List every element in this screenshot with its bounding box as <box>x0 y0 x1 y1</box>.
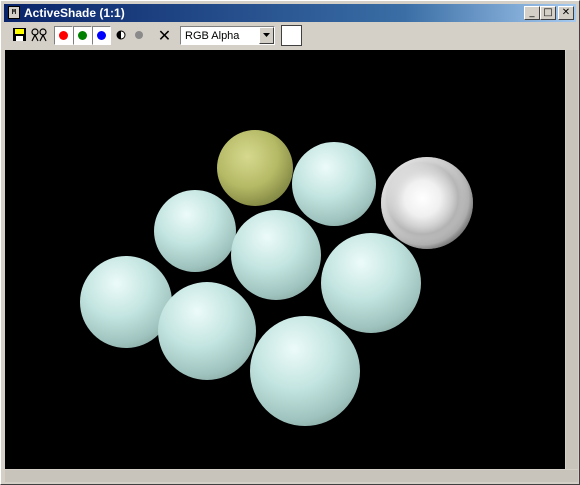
sphere <box>321 233 421 333</box>
channel-select-value: RGB Alpha <box>185 30 240 42</box>
title-bar[interactable]: M ActiveShade (1:1) _ □ ✕ <box>4 4 576 22</box>
chrome-sphere <box>381 157 473 249</box>
monochrome-button[interactable] <box>114 26 133 45</box>
sphere <box>292 142 376 226</box>
channel-select-dropdown-button[interactable] <box>259 27 274 44</box>
maximize-button[interactable]: □ <box>540 6 556 20</box>
vertical-scrollbar[interactable] <box>566 50 578 469</box>
channel-select[interactable]: RGB Alpha <box>180 26 275 45</box>
sphere <box>158 282 256 380</box>
red-channel-toggle[interactable] <box>54 26 73 45</box>
green-sphere <box>217 130 293 206</box>
blue-channel-toggle[interactable] <box>92 26 111 45</box>
red-channel-icon <box>59 31 68 40</box>
gray-dot-icon <box>135 31 143 39</box>
close-button[interactable]: ✕ <box>558 6 574 20</box>
save-image-button[interactable] <box>11 26 30 45</box>
floppy-disk-icon <box>13 28 26 41</box>
minimize-button[interactable]: _ <box>524 6 540 20</box>
blue-channel-icon <box>97 31 106 40</box>
clone-window-button[interactable] <box>30 26 49 45</box>
sphere <box>231 210 321 300</box>
green-channel-icon <box>78 31 87 40</box>
chevron-down-icon <box>263 33 270 37</box>
activeshade-window: M ActiveShade (1:1) _ □ ✕ ✕ RGB Alpha <box>0 0 580 485</box>
window-title: ActiveShade (1:1) <box>24 6 125 20</box>
color-swatch[interactable] <box>281 25 302 46</box>
clear-button[interactable]: ✕ <box>155 26 174 45</box>
sphere <box>154 190 236 272</box>
toolbar: ✕ RGB Alpha <box>4 23 576 49</box>
horizontal-scrollbar[interactable] <box>5 470 578 482</box>
render-viewport[interactable] <box>5 50 565 469</box>
half-circle-icon <box>116 30 126 40</box>
green-channel-toggle[interactable] <box>73 26 92 45</box>
alpha-display-button[interactable] <box>132 26 151 45</box>
clone-icon <box>31 28 47 42</box>
app-icon[interactable]: M <box>8 6 20 19</box>
sphere <box>250 316 360 426</box>
